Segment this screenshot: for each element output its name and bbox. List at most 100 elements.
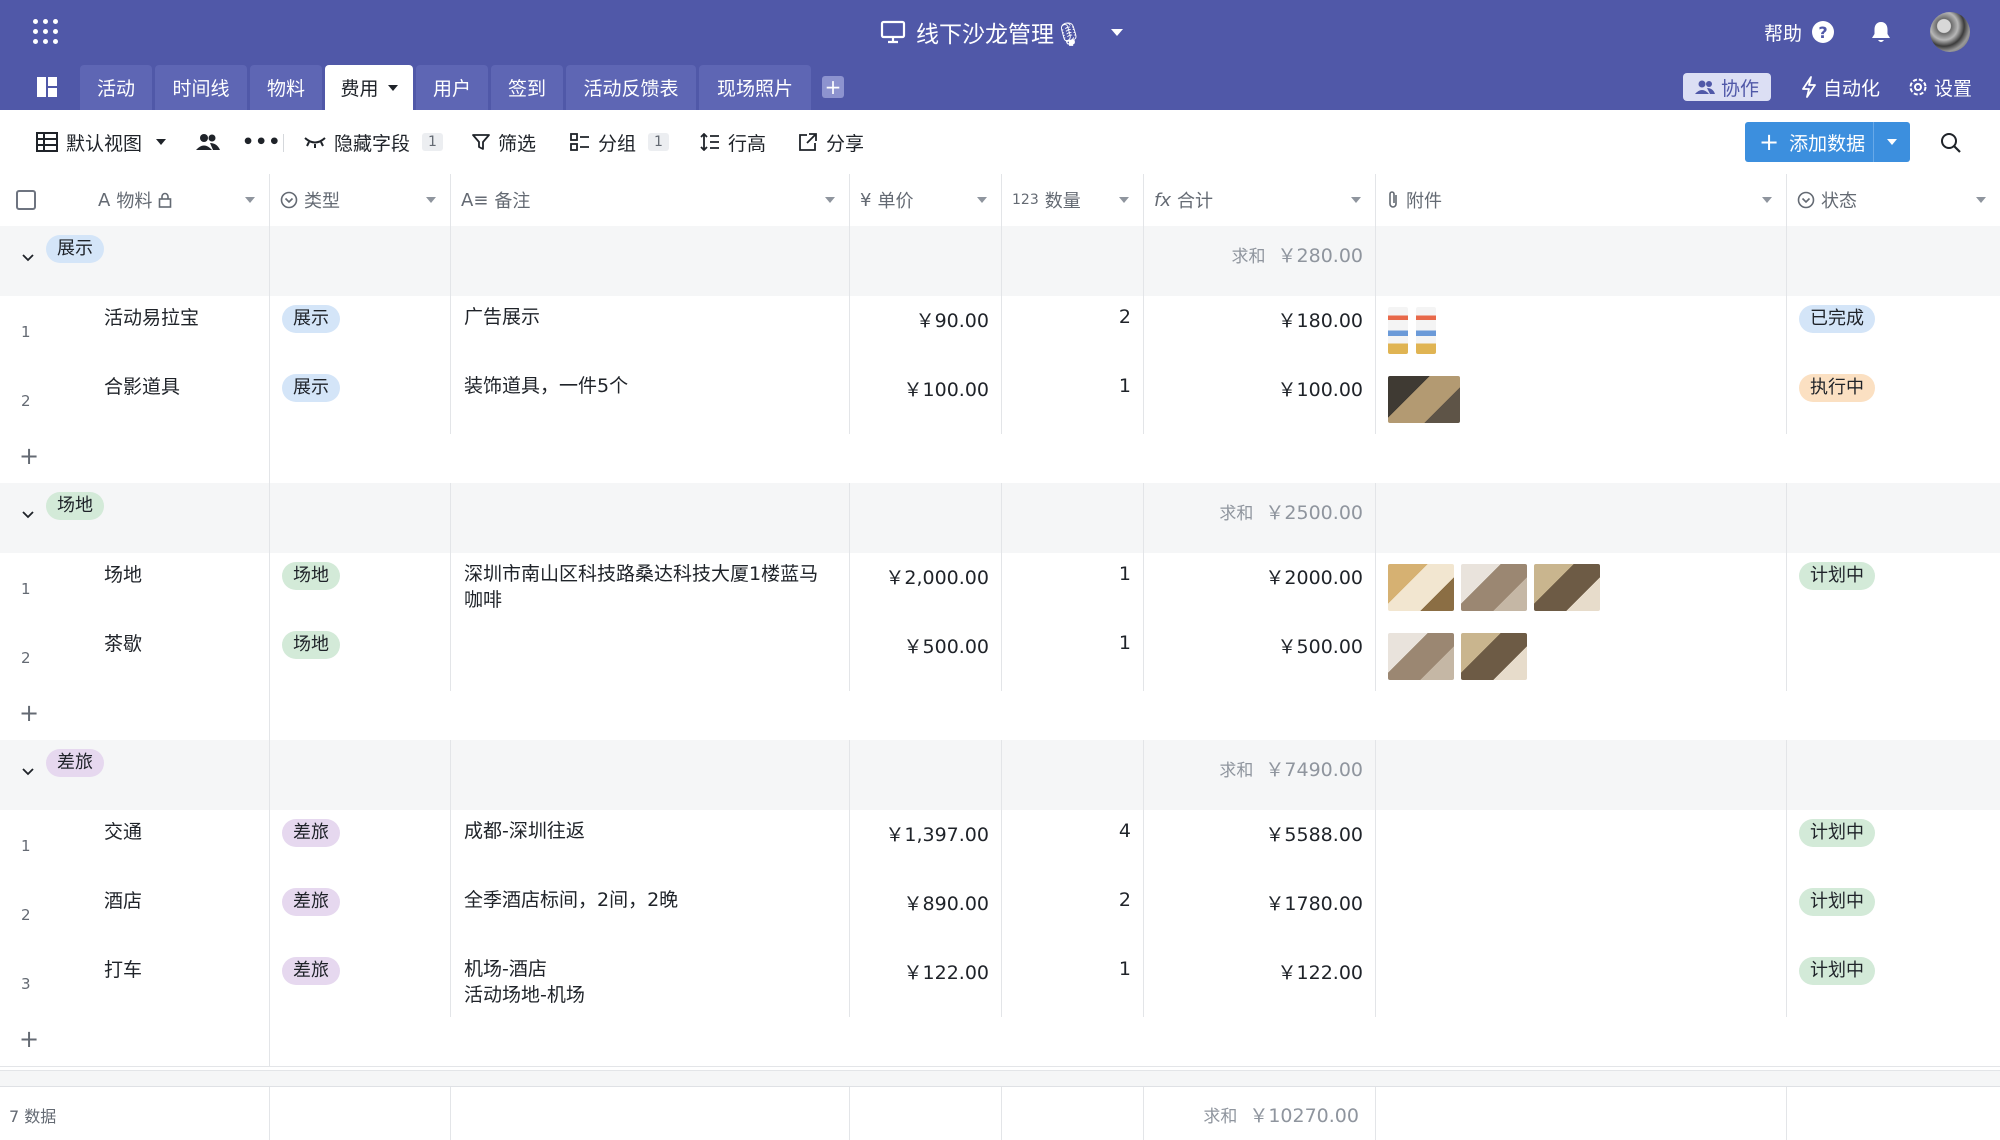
table-cell[interactable]: [1376, 296, 1787, 365]
table-cell[interactable]: [451, 226, 850, 296]
table-cell[interactable]: [451, 483, 850, 553]
table-cell[interactable]: 2 茶歇: [0, 622, 270, 691]
table-cell[interactable]: 求和 ￥280.00: [1144, 226, 1376, 296]
filter-button[interactable]: 筛选: [472, 110, 536, 174]
tab-timeline[interactable]: 时间线: [155, 65, 247, 110]
table-cell[interactable]: 差旅: [0, 740, 270, 810]
add-row[interactable]: +: [0, 434, 2000, 484]
table-cell[interactable]: [1002, 226, 1144, 296]
add-row-cell[interactable]: +: [0, 1017, 270, 1066]
table-cell[interactable]: [850, 483, 1002, 553]
sidebar-toggle-icon[interactable]: [36, 76, 58, 98]
table-row[interactable]: 1 交通 差旅 成都-深圳往返 ￥1,397.00 4 ￥5588.00 计划中: [0, 810, 2000, 880]
table-cell[interactable]: 1: [1002, 553, 1144, 622]
table-row[interactable]: 1 场地 场地 深圳市南山区科技路桑达科技大厦1楼蓝马 咖啡 ￥2,000.00 1 ￥200…: [0, 553, 2000, 623]
table-cell[interactable]: [1002, 483, 1144, 553]
column-menu-icon[interactable]: [977, 197, 987, 203]
tab-photos[interactable]: 现场照片: [699, 65, 811, 110]
help-button[interactable]: 帮助 ?: [1764, 19, 1834, 46]
chevron-down-icon[interactable]: [21, 503, 35, 525]
column-menu-icon[interactable]: [1119, 197, 1129, 203]
table-cell[interactable]: [1787, 483, 2000, 553]
avatar[interactable]: [1930, 12, 1970, 52]
table-cell[interactable]: ￥2,000.00: [850, 553, 1002, 622]
table-cell[interactable]: 1 交通: [0, 810, 270, 879]
share-button[interactable]: 分享: [798, 110, 864, 174]
table-cell[interactable]: 场地: [270, 622, 451, 691]
table-cell[interactable]: 已完成: [1787, 296, 2000, 365]
table-cell[interactable]: [451, 740, 850, 810]
table-cell[interactable]: ￥90.00: [850, 296, 1002, 365]
attachment-thumbnail[interactable]: [1388, 307, 1408, 354]
table-cell[interactable]: [1376, 740, 1787, 810]
table-cell[interactable]: 计划中: [1787, 810, 2000, 879]
table-cell[interactable]: 3 打车: [0, 948, 270, 1017]
table-cell[interactable]: [270, 226, 451, 296]
table-cell[interactable]: [1376, 553, 1787, 622]
add-row-space[interactable]: [270, 1017, 2000, 1066]
column-header-status[interactable]: 状态: [1787, 174, 2000, 226]
table-cell[interactable]: ￥890.00: [850, 879, 1002, 948]
table-cell[interactable]: 差旅: [270, 879, 451, 948]
table-cell[interactable]: [1376, 365, 1787, 434]
attachment-thumbnail[interactable]: [1416, 307, 1436, 354]
table-row[interactable]: 1 活动易拉宝 展示 广告展示 ￥90.00 2 ￥180.00 已完成: [0, 296, 2000, 366]
table-cell[interactable]: 深圳市南山区科技路桑达科技大厦1楼蓝马 咖啡: [451, 553, 850, 622]
attachment-thumbnail[interactable]: [1388, 564, 1454, 611]
table-cell[interactable]: [1376, 810, 1787, 879]
tab-users[interactable]: 用户: [416, 65, 488, 110]
more-icon[interactable]: •••: [242, 110, 281, 174]
table-row[interactable]: 2 茶歇 场地 ￥500.00 1 ￥500.00: [0, 622, 2000, 692]
column-header-item[interactable]: A 物料: [0, 174, 270, 226]
bell-icon[interactable]: [1870, 20, 1892, 44]
title-dropdown-icon[interactable]: [1111, 28, 1124, 36]
table-cell[interactable]: 求和 ￥7490.00: [1144, 740, 1376, 810]
group-button[interactable]: 分组 1: [570, 110, 669, 174]
attachment-thumbnail[interactable]: [1388, 376, 1460, 423]
table-cell[interactable]: [1376, 226, 1787, 296]
table-cell[interactable]: ￥122.00: [1144, 948, 1376, 1017]
collab-button[interactable]: 协作: [1682, 73, 1771, 101]
table-cell[interactable]: 装饰道具，一件5个: [451, 365, 850, 434]
add-row-cell[interactable]: +: [0, 691, 270, 740]
column-header-attachment[interactable]: 附件: [1376, 174, 1787, 226]
table-cell[interactable]: 机场-酒店 活动场地-机场: [451, 948, 850, 1017]
column-header-total[interactable]: fx 合计: [1144, 174, 1376, 226]
table-cell[interactable]: ￥1780.00: [1144, 879, 1376, 948]
tab-checkin[interactable]: 签到: [491, 65, 563, 110]
table-cell[interactable]: [451, 622, 850, 691]
table-cell[interactable]: 差旅: [270, 810, 451, 879]
table-cell[interactable]: [1376, 483, 1787, 553]
table-cell[interactable]: 展示: [0, 226, 270, 296]
hide-fields-button[interactable]: 隐藏字段 1: [304, 110, 443, 174]
table-cell[interactable]: ￥2000.00: [1144, 553, 1376, 622]
table-cell[interactable]: [1376, 622, 1787, 691]
chevron-down-icon[interactable]: [21, 760, 35, 782]
table-cell[interactable]: 计划中: [1787, 553, 2000, 622]
chevron-down-icon[interactable]: [21, 246, 35, 268]
attachment-thumbnail[interactable]: [1388, 633, 1454, 680]
apps-grid-icon[interactable]: [33, 19, 59, 45]
table-cell[interactable]: 全季酒店标间，2间，2晚: [451, 879, 850, 948]
add-data-dropdown[interactable]: [1873, 122, 1910, 162]
table-cell[interactable]: [270, 740, 451, 810]
add-tab-button[interactable]: +: [822, 76, 844, 98]
column-menu-icon[interactable]: [245, 197, 255, 203]
table-cell[interactable]: 4: [1002, 810, 1144, 879]
table-cell[interactable]: ￥1,397.00: [850, 810, 1002, 879]
table-cell[interactable]: [850, 740, 1002, 810]
add-row-plus-icon[interactable]: +: [19, 699, 39, 727]
table-cell[interactable]: [850, 226, 1002, 296]
table-cell[interactable]: 执行中: [1787, 365, 2000, 434]
table-cell[interactable]: ￥122.00: [850, 948, 1002, 1017]
table-cell[interactable]: 2: [1002, 296, 1144, 365]
column-header-qty[interactable]: 123 数量: [1002, 174, 1144, 226]
column-header-note[interactable]: A≡ 备注: [451, 174, 850, 226]
column-menu-icon[interactable]: [825, 197, 835, 203]
attachment-thumbnail[interactable]: [1461, 633, 1527, 680]
table-cell[interactable]: 2 酒店: [0, 879, 270, 948]
column-header-type[interactable]: 类型: [270, 174, 451, 226]
table-cell[interactable]: [1002, 740, 1144, 810]
table-cell[interactable]: 差旅: [270, 948, 451, 1017]
add-row-plus-icon[interactable]: +: [19, 1025, 39, 1053]
